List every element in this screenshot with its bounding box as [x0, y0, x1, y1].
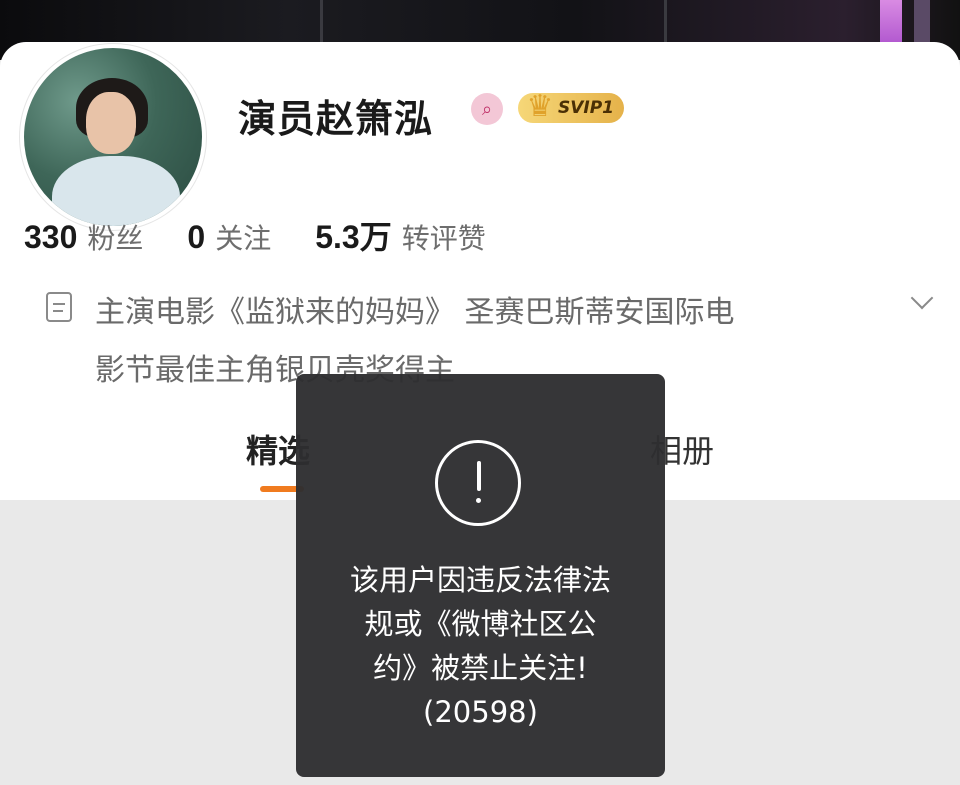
toast-message: 该用户因违反法律法 规或《微博社区公 约》被禁止关注! (20598) — [322, 558, 639, 734]
stat-interactions[interactable]: 5.3万 转评赞 — [315, 212, 486, 258]
toast-error-code: (20598) — [423, 695, 538, 729]
exclamation-icon — [435, 440, 521, 526]
stat-label: 转评赞 — [401, 222, 486, 255]
stat-value: 5.3万 — [315, 219, 392, 255]
crown-icon: ♛ — [526, 89, 554, 124]
stat-following[interactable]: 0 关注 — [187, 217, 271, 257]
stat-label: 粉丝 — [87, 222, 144, 255]
stat-value: 0 — [187, 219, 206, 255]
toast-line: 该用户因违反法律法 — [349, 563, 611, 597]
cover-decoration — [880, 0, 902, 42]
stat-value: 330 — [24, 219, 78, 255]
chevron-down-icon[interactable] — [906, 286, 938, 318]
stat-fans[interactable]: 330 粉丝 — [24, 217, 143, 257]
toast-line: 约》被禁止关注! — [373, 651, 588, 685]
profile-stats: 330 粉丝 0 关注 5.3万 转评赞 — [24, 212, 530, 256]
cover-decoration — [320, 0, 323, 42]
search-badge-icon[interactable]: ⌕ — [471, 93, 503, 125]
profile-name: 演员赵箫泓 — [238, 97, 434, 141]
avatar[interactable] — [20, 44, 206, 230]
toast-line: 规或《微博社区公 — [364, 607, 597, 641]
stat-label: 关注 — [215, 222, 272, 255]
cover-decoration — [664, 0, 667, 42]
error-toast: 该用户因违反法律法 规或《微博社区公 约》被禁止关注! (20598) — [296, 374, 665, 777]
bio-line: 主演电影《监狱来的妈妈》 圣赛巴斯蒂安国际电 — [95, 295, 735, 330]
cover-decoration — [914, 0, 930, 42]
document-icon — [46, 292, 72, 322]
